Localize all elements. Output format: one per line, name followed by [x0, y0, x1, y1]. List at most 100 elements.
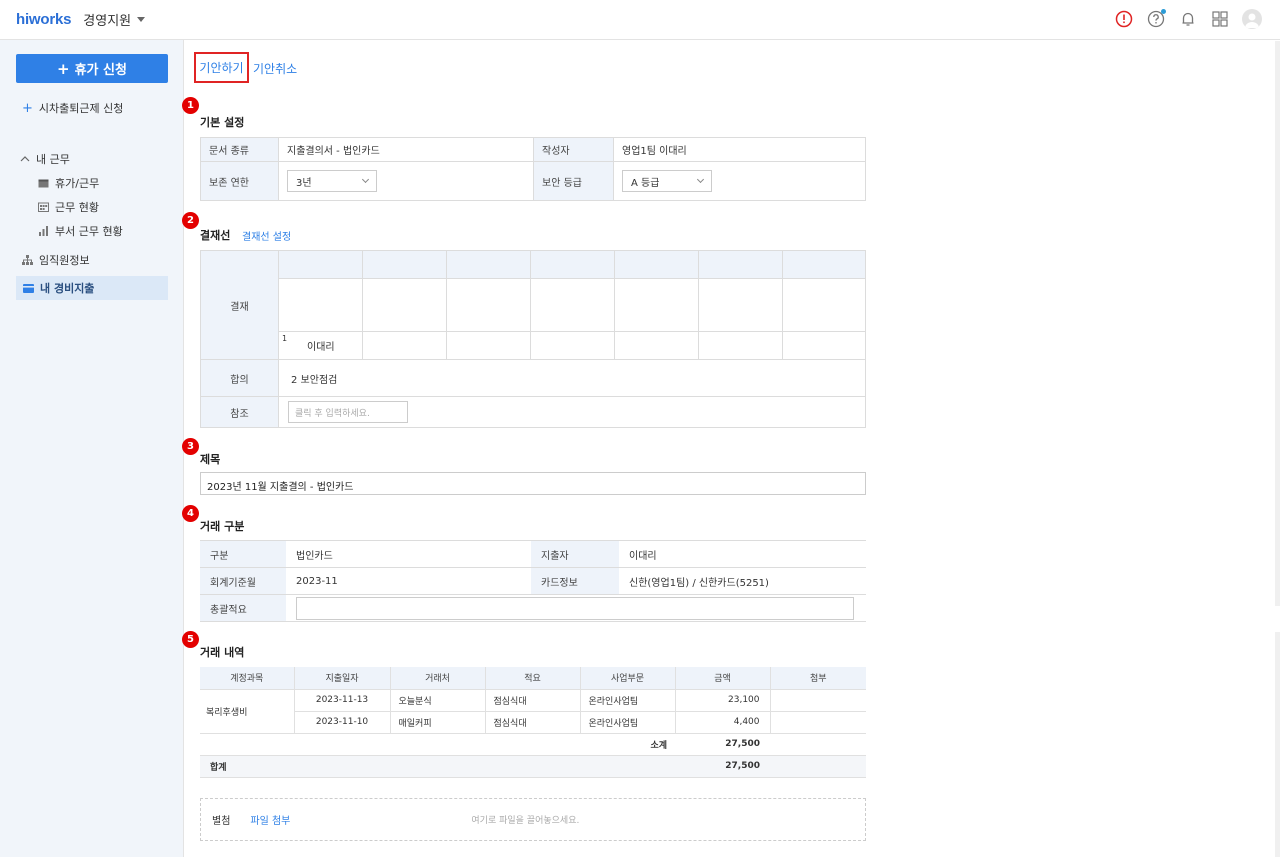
ref-input[interactable]: 클릭 후 입력하세요. [288, 401, 408, 423]
approval-slot[interactable] [530, 278, 615, 332]
help-icon[interactable] [1146, 9, 1166, 29]
approval-slot[interactable] [446, 278, 531, 332]
sidebar-item-dept-status[interactable]: 부서 근무 현황 [38, 223, 123, 239]
apps-grid-icon[interactable] [1210, 9, 1230, 29]
notification-dot [1161, 9, 1166, 14]
agree-value[interactable]: 2 보안점검 [278, 359, 866, 397]
items-table: 계정과목 지출일자 거래처 적요 사업부문 금액 첨부 복리후생비 2023-1… [200, 667, 866, 778]
chevron-up-icon [20, 156, 30, 162]
attach-cell[interactable] [770, 711, 866, 734]
approver-cell[interactable]: 1 이대리 [278, 331, 363, 360]
security-value: A 등급 [631, 177, 660, 189]
approval-slot [362, 331, 447, 360]
summary-input[interactable] [296, 596, 854, 620]
summary-cell [286, 594, 866, 622]
tab-draft[interactable]: 기안하기 [194, 52, 249, 83]
my-work-group[interactable]: 내 근무 [20, 151, 70, 167]
plus-icon: + [22, 100, 33, 116]
sidebar-item-expenses[interactable]: 내 경비지출 [16, 276, 168, 300]
spender-value: 이대리 [619, 540, 866, 568]
approval-line-settings-link[interactable]: 결재선 설정 [242, 228, 291, 243]
approval-slot[interactable] [614, 278, 699, 332]
col-header: 지출일자 [294, 667, 391, 690]
date-cell: 2023-11-13 [294, 689, 391, 712]
retention-label: 보존 연한 [200, 161, 279, 201]
approval-slot[interactable] [782, 278, 866, 332]
writer-value: 영업1팀 이대리 [613, 137, 866, 162]
total-value: 27,500 [675, 755, 770, 778]
bell-icon[interactable] [1178, 9, 1198, 29]
approval-slot-header [278, 250, 363, 279]
table-row[interactable]: 2023-11-10 매일커피 점심식대 온라인사업팀 4,400 [200, 711, 866, 734]
sidebar-item-employees[interactable]: 임직원정보 [22, 252, 90, 268]
file-attach-button[interactable]: 파일 첨부 [250, 812, 290, 827]
approval-slot-header [446, 250, 531, 279]
approval-slot [698, 331, 783, 360]
approval-slot [446, 331, 531, 360]
section-title-approval: 결재선 [200, 229, 231, 242]
chevron-down-icon[interactable] [137, 17, 146, 22]
approval-slot [530, 331, 615, 360]
flex-time-request-link[interactable]: + 시차출퇴근제 신청 [22, 100, 123, 116]
bar-chart-icon [39, 226, 48, 236]
scrollbar-thumb-lower[interactable] [1275, 632, 1280, 857]
approval-slot-header [362, 250, 447, 279]
avatar[interactable] [1242, 9, 1262, 29]
amount-cell: 23,100 [675, 689, 771, 712]
approval-slot-header [530, 250, 615, 279]
memo-cell: 점심식대 [485, 711, 581, 734]
card-icon [23, 283, 34, 293]
scrollbar-thumb[interactable] [1275, 41, 1280, 606]
approval-table: 결재 1 이대리 합의 2 보안점검 참조 클릭 후 입력하세요. [200, 250, 866, 428]
retention-select[interactable]: 3년 [287, 170, 377, 192]
vendor-cell: 매일커피 [390, 711, 486, 734]
plus-icon: + [57, 59, 70, 78]
section-title-subject: 제목 [200, 453, 221, 466]
security-select[interactable]: A 등급 [622, 170, 712, 192]
sidebar-item-label: 휴가/근무 [55, 177, 100, 190]
approver-name: 이대리 [307, 342, 335, 353]
agree-label: 합의 [200, 359, 279, 397]
subtotal-row: 소계 27,500 [200, 733, 866, 756]
approval-slot[interactable] [278, 278, 363, 332]
retention-value: 3년 [296, 177, 312, 189]
table-row[interactable]: 복리후생비 2023-11-13 오늘분식 점심식대 온라인사업팀 23,100 [200, 689, 866, 734]
section-title-deal: 거래 구분 [200, 520, 245, 533]
logo[interactable]: hiworks [16, 11, 71, 28]
subject-input[interactable]: 2023년 11월 지출결의 - 법인카드 [200, 472, 866, 495]
approval-slot-header [782, 250, 866, 279]
calendar-grid-icon [38, 202, 49, 212]
attachment-dropzone[interactable]: 별첨 파일 첨부 여기로 파일을 끌어놓으세요. [200, 798, 866, 841]
alert-icon[interactable] [1114, 9, 1134, 29]
section-title-items: 거래 내역 [200, 646, 245, 659]
sidebar: + 휴가 신청 + 시차출퇴근제 신청 내 근무 휴가/근무 근무 현황 부서 … [0, 40, 184, 857]
app-title[interactable]: 경영지원 [83, 10, 131, 29]
approval-slot[interactable] [698, 278, 783, 332]
sidebar-item-label: 임직원정보 [39, 254, 90, 267]
sidebar-item-vacation[interactable]: 휴가/근무 [38, 175, 99, 191]
division-cell: 온라인사업팀 [580, 689, 676, 712]
division-cell: 온라인사업팀 [580, 711, 676, 734]
sidebar-item-work-status[interactable]: 근무 현황 [38, 199, 99, 215]
attachment-label: 별첨 [212, 816, 231, 827]
vacation-request-button[interactable]: + 휴가 신청 [16, 54, 168, 83]
vendor-cell: 오늘분식 [390, 689, 486, 712]
col-header: 사업부문 [580, 667, 676, 690]
total-label: 합계 [200, 755, 675, 778]
main-content: 기안하기 기안취소 1 기본 설정 문서 종류 지출결의서 - 법인카드 작성자… [182, 41, 1273, 857]
step-badge: 4 [182, 505, 199, 522]
col-header: 계정과목 [200, 667, 295, 690]
vacation-request-label: 휴가 신청 [74, 63, 127, 78]
basic-settings-table: 문서 종류 지출결의서 - 법인카드 작성자 영업1팀 이대리 보존 연한 3년… [200, 137, 866, 201]
amount-cell: 4,400 [675, 711, 771, 734]
approval-slot[interactable] [362, 278, 447, 332]
col-header: 금액 [675, 667, 771, 690]
approve-label: 결재 [200, 250, 279, 360]
subtotal-label: 소계 [200, 733, 675, 756]
account-cell: 복리후생비 [200, 689, 295, 734]
step-badge: 2 [182, 212, 199, 229]
attach-cell[interactable] [770, 689, 866, 712]
retention-cell: 3년 [278, 161, 534, 201]
tab-draft-cancel[interactable]: 기안취소 [253, 60, 297, 77]
deal-type-value: 법인카드 [286, 540, 531, 568]
